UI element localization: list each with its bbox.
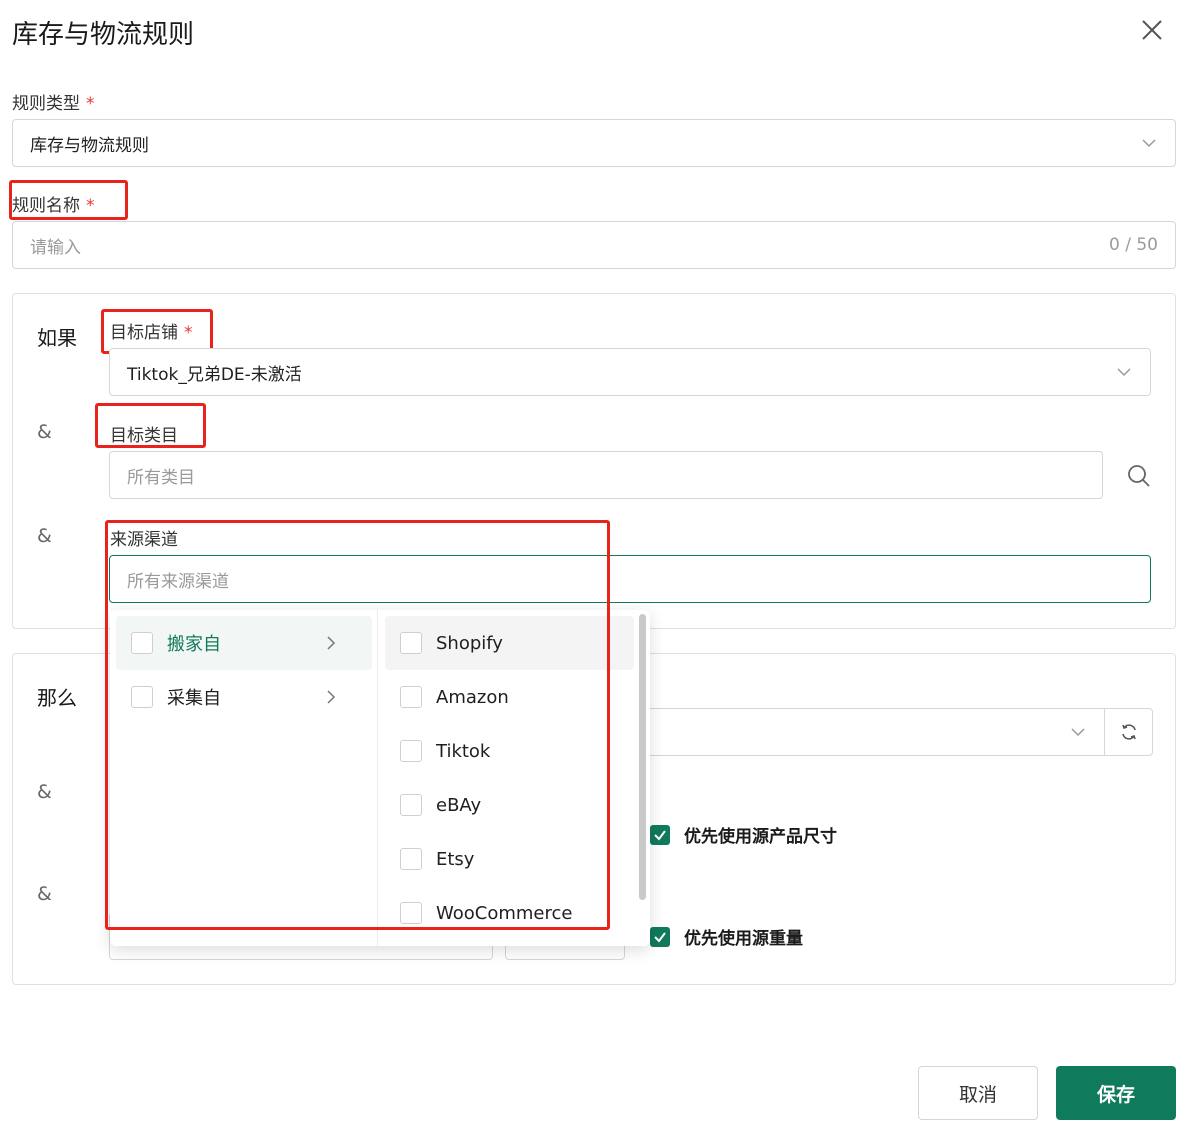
channel-group-column: 搬家自 采集自 xyxy=(110,610,378,946)
chevron-right-icon xyxy=(327,636,336,650)
chevron-down-icon xyxy=(1071,728,1085,737)
checkbox[interactable] xyxy=(400,794,422,816)
refresh-button[interactable] xyxy=(1104,708,1153,756)
target-category-label: 目标类目 xyxy=(110,426,178,446)
target-category-placeholder: 所有类目 xyxy=(127,467,195,488)
target-store-label: 目标店铺 * xyxy=(110,323,193,343)
channel-option-shopify[interactable]: Shopify xyxy=(385,616,634,670)
chevron-down-icon xyxy=(1117,368,1131,377)
checkbox-checked-icon xyxy=(650,824,670,845)
source-channel-dropdown: 搬家自 采集自 Shopify Amazon Tiktok eBAy Etsy xyxy=(110,610,650,946)
and-symbol: & xyxy=(37,421,52,443)
prefer-source-weight-checkbox[interactable]: 优先使用源重量 xyxy=(650,924,803,949)
source-channel-label: 来源渠道 xyxy=(110,530,178,550)
channel-option-column: Shopify Amazon Tiktok eBAy Etsy WooComme… xyxy=(379,610,650,946)
and-symbol: & xyxy=(37,525,52,547)
chevron-down-icon xyxy=(1142,139,1156,148)
source-channel-placeholder: 所有来源渠道 xyxy=(127,571,229,592)
and-symbol: & xyxy=(37,781,52,803)
search-icon[interactable] xyxy=(1126,463,1152,489)
rule-name-label: 规则名称 * xyxy=(12,196,95,216)
rule-type-label: 规则类型 * xyxy=(12,94,95,114)
and-symbol: & xyxy=(37,883,52,905)
checkbox[interactable] xyxy=(400,740,422,762)
channel-option-woocommerce[interactable]: WooCommerce xyxy=(385,886,634,940)
prefer-source-size-label: 优先使用源产品尺寸 xyxy=(684,827,837,847)
group-item-move-from[interactable]: 搬家自 xyxy=(116,616,372,670)
rule-type-select[interactable]: 库存与物流规则 xyxy=(12,119,1176,167)
if-keyword: 如果 xyxy=(37,326,77,350)
channel-option-etsy[interactable]: Etsy xyxy=(385,832,634,886)
then-keyword: 那么 xyxy=(37,686,77,710)
refresh-icon xyxy=(1121,724,1136,740)
close-icon[interactable] xyxy=(1138,16,1166,44)
target-store-value: Tiktok_兄弟DE-未激活 xyxy=(127,364,302,385)
checkbox[interactable] xyxy=(400,848,422,870)
checkbox[interactable] xyxy=(400,632,422,654)
channel-option-tiktok[interactable]: Tiktok xyxy=(385,724,634,778)
dialog-title: 库存与物流规则 xyxy=(12,20,195,50)
rule-name-placeholder: 请输入 xyxy=(30,237,81,258)
target-store-select[interactable]: Tiktok_兄弟DE-未激活 xyxy=(109,348,1151,396)
char-counter: 0 / 50 xyxy=(1109,235,1158,255)
checkbox[interactable] xyxy=(131,632,153,654)
prefer-source-size-checkbox[interactable]: 优先使用源产品尺寸 xyxy=(650,822,837,847)
rule-type-value: 库存与物流规则 xyxy=(30,135,149,156)
then-action-select[interactable] xyxy=(640,708,1105,756)
checkbox[interactable] xyxy=(131,686,153,708)
dropdown-scrollbar[interactable] xyxy=(639,614,646,900)
chevron-right-icon xyxy=(327,690,336,704)
source-channel-input[interactable]: 所有来源渠道 xyxy=(109,555,1151,603)
checkbox-checked-icon xyxy=(650,926,670,947)
rule-name-input[interactable]: 请输入 0 / 50 xyxy=(12,221,1176,269)
channel-option-amazon[interactable]: Amazon xyxy=(385,670,634,724)
target-category-input[interactable]: 所有类目 xyxy=(109,451,1103,499)
checkbox[interactable] xyxy=(400,686,422,708)
group-item-collect-from[interactable]: 采集自 xyxy=(116,670,372,724)
channel-option-ebay[interactable]: eBAy xyxy=(385,778,634,832)
save-button[interactable]: 保存 xyxy=(1056,1066,1176,1120)
checkbox[interactable] xyxy=(400,902,422,924)
cancel-button[interactable]: 取消 xyxy=(918,1066,1038,1120)
prefer-source-weight-label: 优先使用源重量 xyxy=(684,929,803,949)
